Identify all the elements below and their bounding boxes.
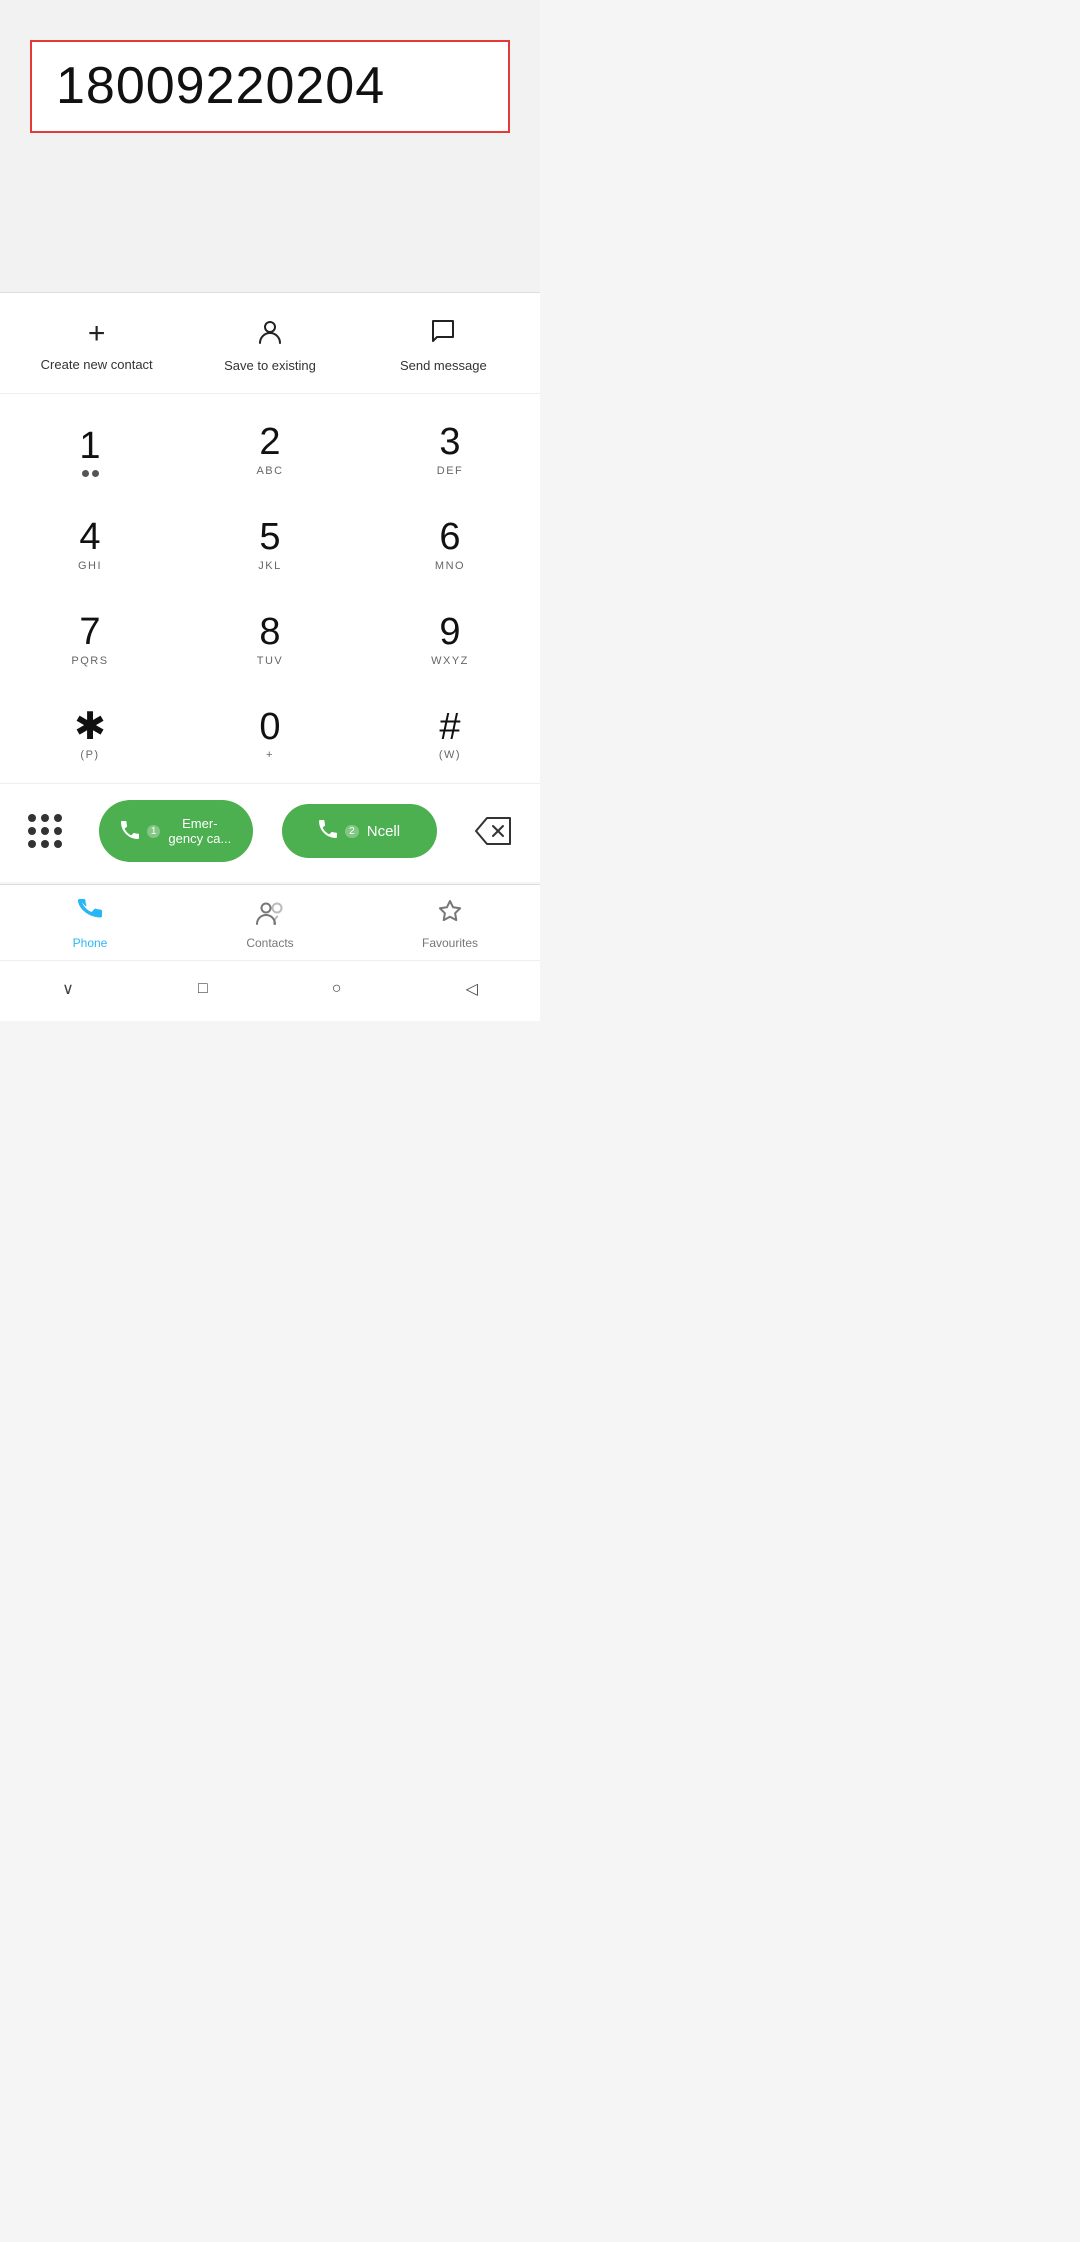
nav-back-button[interactable]: ◁ [446, 973, 498, 1005]
save-to-existing-button[interactable]: Save to existing [183, 317, 356, 373]
dot [28, 814, 36, 822]
dot [54, 814, 62, 822]
dial-key-star[interactable]: ✱ (P) [0, 689, 180, 784]
dial-number-0: 0 [259, 707, 280, 749]
backspace-button[interactable] [466, 808, 520, 854]
dial-letters-9: WXYZ [431, 655, 469, 671]
dial-key-3[interactable]: 3 DEF [360, 404, 540, 499]
add-contact-icon: + [88, 319, 106, 349]
dial-key-5[interactable]: 5 JKL [180, 499, 360, 594]
chat-icon [429, 317, 457, 350]
bottom-nav: Phone Contacts Favourites [0, 884, 540, 960]
dial-number-hash: # [439, 707, 460, 749]
dial-key-8[interactable]: 8 TUV [180, 594, 360, 689]
phone-number: 18009220204 [56, 57, 385, 115]
dial-number-1: 1 [79, 426, 100, 468]
phone-display-area: 18009220204 [0, 0, 540, 163]
dial-number-3: 3 [439, 422, 460, 464]
dial-number-2: 2 [259, 422, 280, 464]
dial-key-7[interactable]: 7 PQRS [0, 594, 180, 689]
dot [54, 827, 62, 835]
person-icon [256, 317, 284, 350]
dial-number-4: 4 [79, 517, 100, 559]
voicemail-icon [82, 470, 99, 477]
call-row: 1 Emer-gency ca... 2 Ncell [0, 783, 540, 882]
dial-letters-0: + [266, 749, 274, 765]
dial-letters-hash: (W) [439, 749, 461, 765]
contacts-nav-icon [256, 899, 284, 932]
dial-key-1[interactable]: 1 [0, 404, 180, 499]
dialpad-grid: 1 2 ABC 3 DEF 4 GHI 5 JKL 6 MNO [0, 404, 540, 783]
favourites-nav-label: Favourites [422, 936, 478, 950]
phone-call-icon [121, 821, 139, 842]
dot [54, 840, 62, 848]
dial-letters-7: PQRS [71, 655, 108, 671]
dial-letters-4: GHI [78, 560, 102, 576]
phone-number-box: 18009220204 [30, 40, 510, 133]
dial-letters-3: DEF [437, 465, 464, 481]
backspace-icon [474, 816, 512, 846]
dial-number-8: 8 [259, 612, 280, 654]
save-to-existing-label: Save to existing [224, 358, 316, 373]
dial-number-6: 6 [439, 517, 460, 559]
dial-letters-2: ABC [256, 465, 283, 481]
sim-badge-1: 1 [147, 825, 161, 838]
dot [28, 840, 36, 848]
nav-contacts[interactable]: Contacts [180, 899, 360, 950]
dot [28, 827, 36, 835]
nav-recents-button[interactable]: □ [178, 974, 228, 1004]
nav-home-button[interactable]: ○ [312, 974, 362, 1004]
system-nav: ∨ □ ○ ◁ [0, 960, 540, 1021]
dial-letters-8: TUV [257, 655, 284, 671]
empty-space [0, 163, 540, 293]
dial-letters-star: (P) [80, 749, 99, 765]
ncell-call-button[interactable]: 2 Ncell [282, 804, 437, 858]
dot [41, 814, 49, 822]
dial-key-hash[interactable]: # (W) [360, 689, 540, 784]
emergency-call-button[interactable]: 1 Emer-gency ca... [99, 800, 253, 862]
dial-letters-6: MNO [435, 560, 465, 576]
send-message-button[interactable]: Send message [357, 317, 530, 373]
action-row: + Create new contact Save to existing Se… [0, 293, 540, 394]
keypad-dots-button[interactable] [20, 806, 70, 856]
phone-nav-label: Phone [73, 936, 108, 950]
dialpad: 1 2 ABC 3 DEF 4 GHI 5 JKL 6 MNO [0, 394, 540, 882]
send-message-label: Send message [400, 358, 487, 373]
nav-down-button[interactable]: ∨ [42, 973, 94, 1005]
dot [41, 827, 49, 835]
phone-nav-icon [77, 899, 103, 932]
ncell-call-label: Ncell [367, 823, 400, 840]
dot [41, 840, 49, 848]
sim-badge-2: 2 [345, 825, 359, 838]
dial-letters-5: JKL [258, 560, 281, 576]
contacts-nav-label: Contacts [246, 936, 293, 950]
dial-key-2[interactable]: 2 ABC [180, 404, 360, 499]
nav-phone[interactable]: Phone [0, 899, 180, 950]
dial-number-9: 9 [439, 612, 460, 654]
phone-call-icon-2 [319, 820, 337, 842]
dial-key-6[interactable]: 6 MNO [360, 499, 540, 594]
nav-favourites[interactable]: Favourites [360, 899, 540, 950]
create-new-contact-label: Create new contact [41, 357, 153, 372]
dial-key-4[interactable]: 4 GHI [0, 499, 180, 594]
dial-key-9[interactable]: 9 WXYZ [360, 594, 540, 689]
create-new-contact-button[interactable]: + Create new contact [10, 319, 183, 372]
dial-number-7: 7 [79, 612, 100, 654]
dial-number-5: 5 [259, 517, 280, 559]
dial-key-0[interactable]: 0 + [180, 689, 360, 784]
dial-number-star: ✱ [74, 707, 106, 749]
star-nav-icon [437, 899, 463, 932]
emergency-call-label: Emer-gency ca... [168, 816, 231, 846]
